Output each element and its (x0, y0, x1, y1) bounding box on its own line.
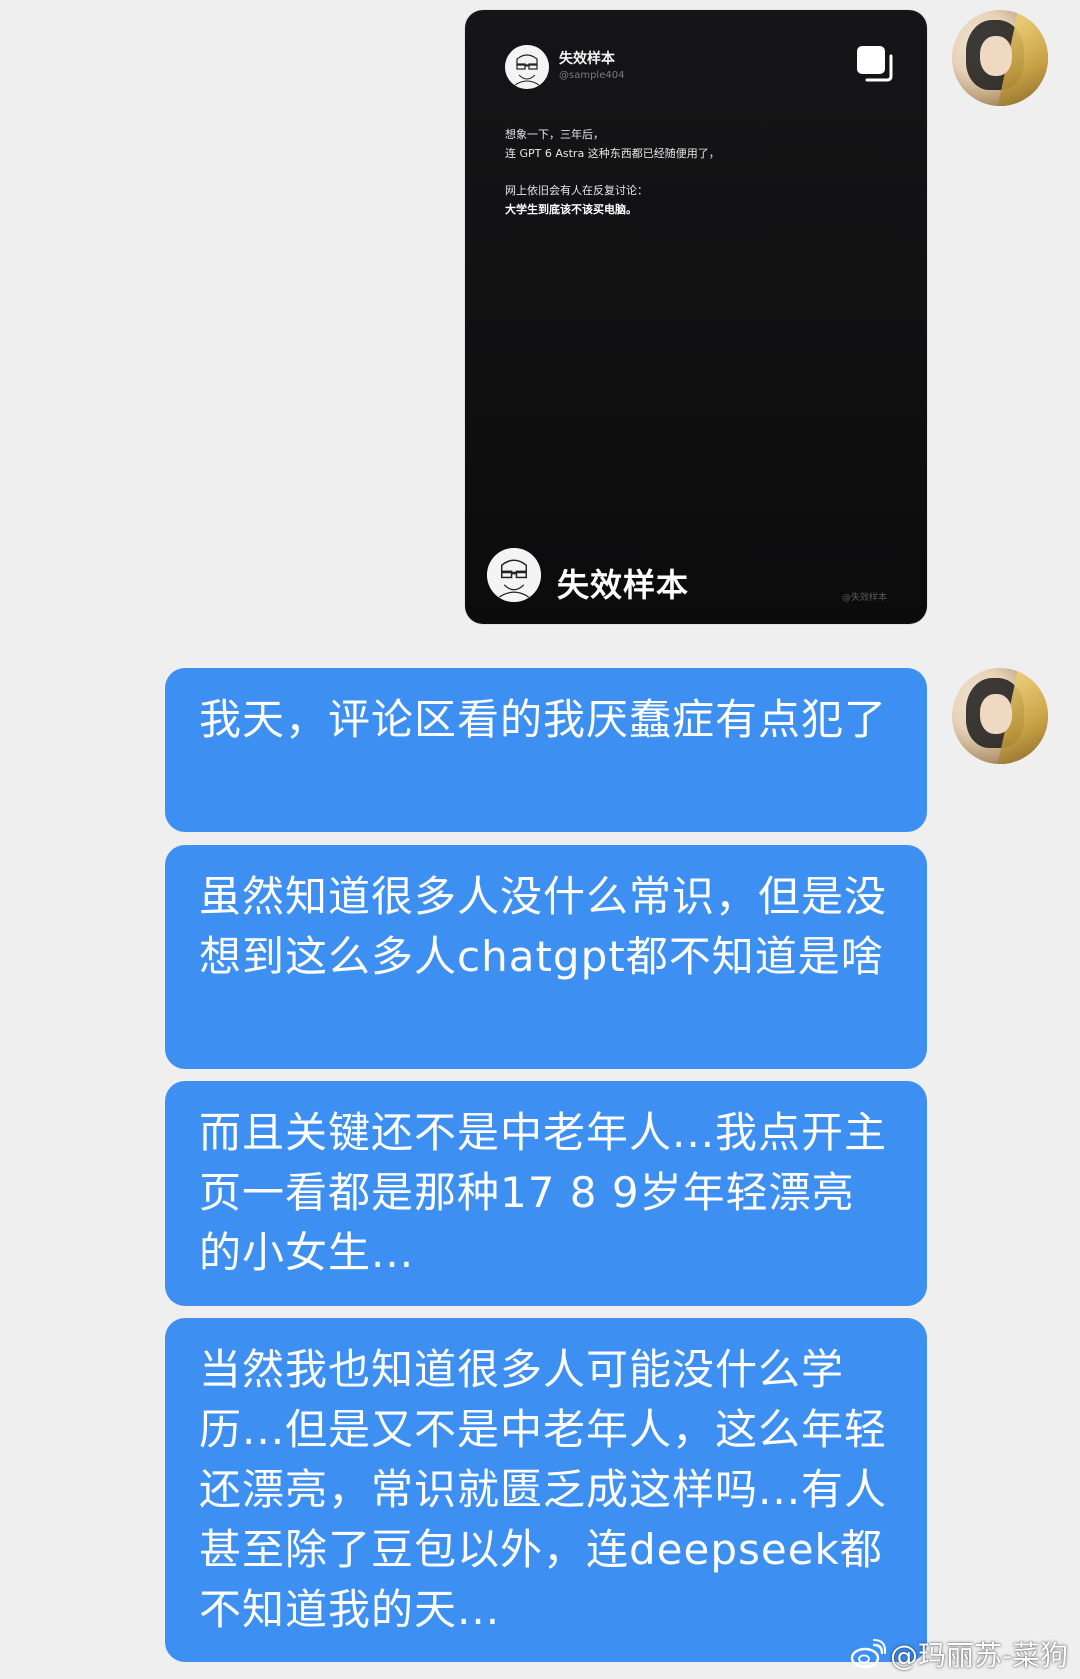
card-author-avatar (505, 45, 549, 89)
card-post-text: 想象一下，三年后， 连 GPT 6 Astra 这种东西都已经随便用了， 网上依… (505, 125, 905, 219)
card-author-handle: @sample404 (559, 70, 625, 81)
watermark-text: @玛丽苏-菜狗 (890, 1639, 1069, 1672)
copy-icon[interactable] (853, 42, 897, 86)
chat-bubble[interactable]: 我天，评论区看的我厌蠢症有点犯了 (165, 668, 927, 832)
chat-bubble[interactable]: 虽然知道很多人没什么常识，但是没想到这么多人chatgpt都不知道是啥 (165, 845, 927, 1069)
card-author-name: 失效样本 (559, 51, 615, 67)
sender-avatar[interactable] (952, 668, 1048, 764)
weibo-logo-icon (850, 1639, 886, 1669)
chat-bubble[interactable]: 而且关键还不是中老年人...我点开主页一看都是那种17 8 9岁年轻漂亮的小女生… (165, 1081, 927, 1306)
card-line: 想象一下，三年后， (505, 128, 604, 141)
card-footer-name: 失效样本 (557, 566, 690, 604)
shared-post-card[interactable]: 失效样本 @sample404 想象一下，三年后， 连 GPT 6 Astra … (465, 10, 927, 624)
card-watermark: @失效样本 (841, 593, 887, 603)
card-line: 大学生到底该不该买电脑。 (505, 203, 637, 216)
card-line: 连 GPT 6 Astra 这种东西都已经随便用了， (505, 147, 720, 160)
sender-avatar[interactable] (952, 10, 1048, 106)
card-line: 网上依旧会有人在反复讨论： (505, 184, 648, 197)
weibo-watermark: @玛丽苏-菜狗 (850, 1634, 1068, 1674)
chat-bubble[interactable]: 当然我也知道很多人可能没什么学历...但是又不是中老年人，这么年轻还漂亮，常识就… (165, 1318, 927, 1662)
card-footer-avatar (487, 548, 541, 602)
